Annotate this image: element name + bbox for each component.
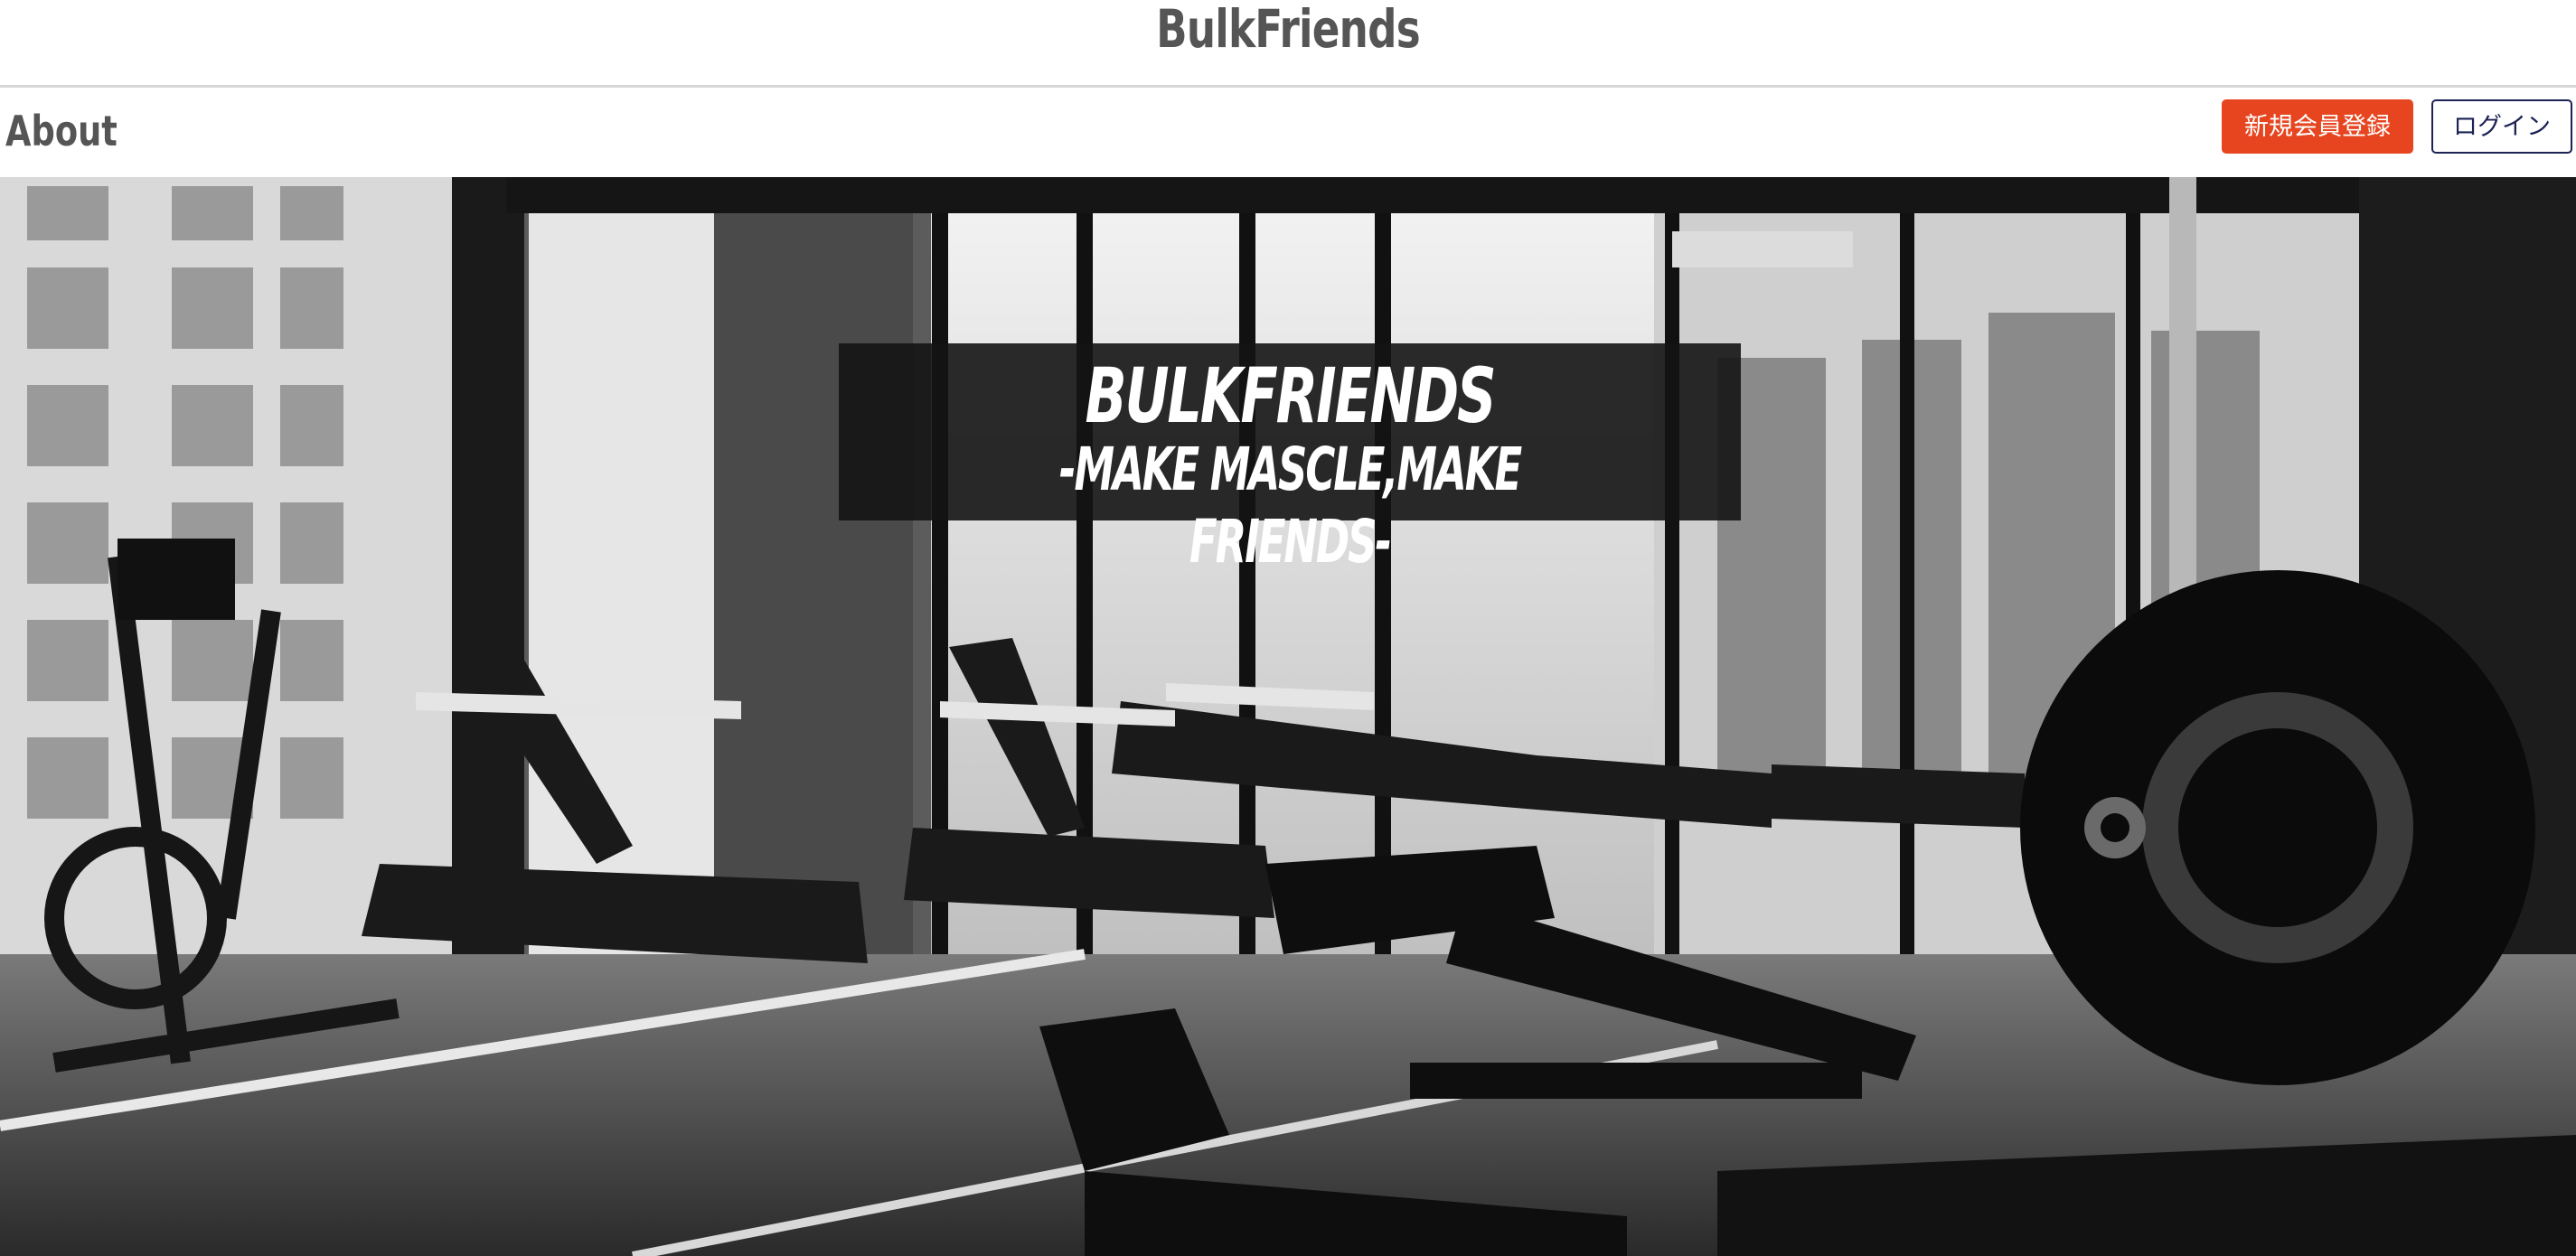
hero-subtitle: -MAKE MASCLE,MAKE FRIENDS- — [1058, 435, 1522, 576]
about-link[interactable]: About — [5, 106, 118, 156]
navbar: About 新規会員登録 ログイン — [0, 88, 2576, 177]
login-button[interactable]: ログイン — [2431, 99, 2572, 154]
hero-title: BULKFRIENDS — [1085, 351, 1497, 440]
hero-section: BULKFRIENDS -MAKE MASCLE,MAKE FRIENDS- — [0, 177, 2576, 1256]
hero-gym-photo — [0, 177, 2576, 1256]
hero-title-panel: BULKFRIENDS -MAKE MASCLE,MAKE FRIENDS- — [839, 343, 1741, 576]
register-button[interactable]: 新規会員登録 — [2222, 99, 2413, 154]
site-header: BulkFriends — [0, 0, 2576, 88]
site-logo[interactable]: BulkFriends — [284, 0, 2293, 58]
